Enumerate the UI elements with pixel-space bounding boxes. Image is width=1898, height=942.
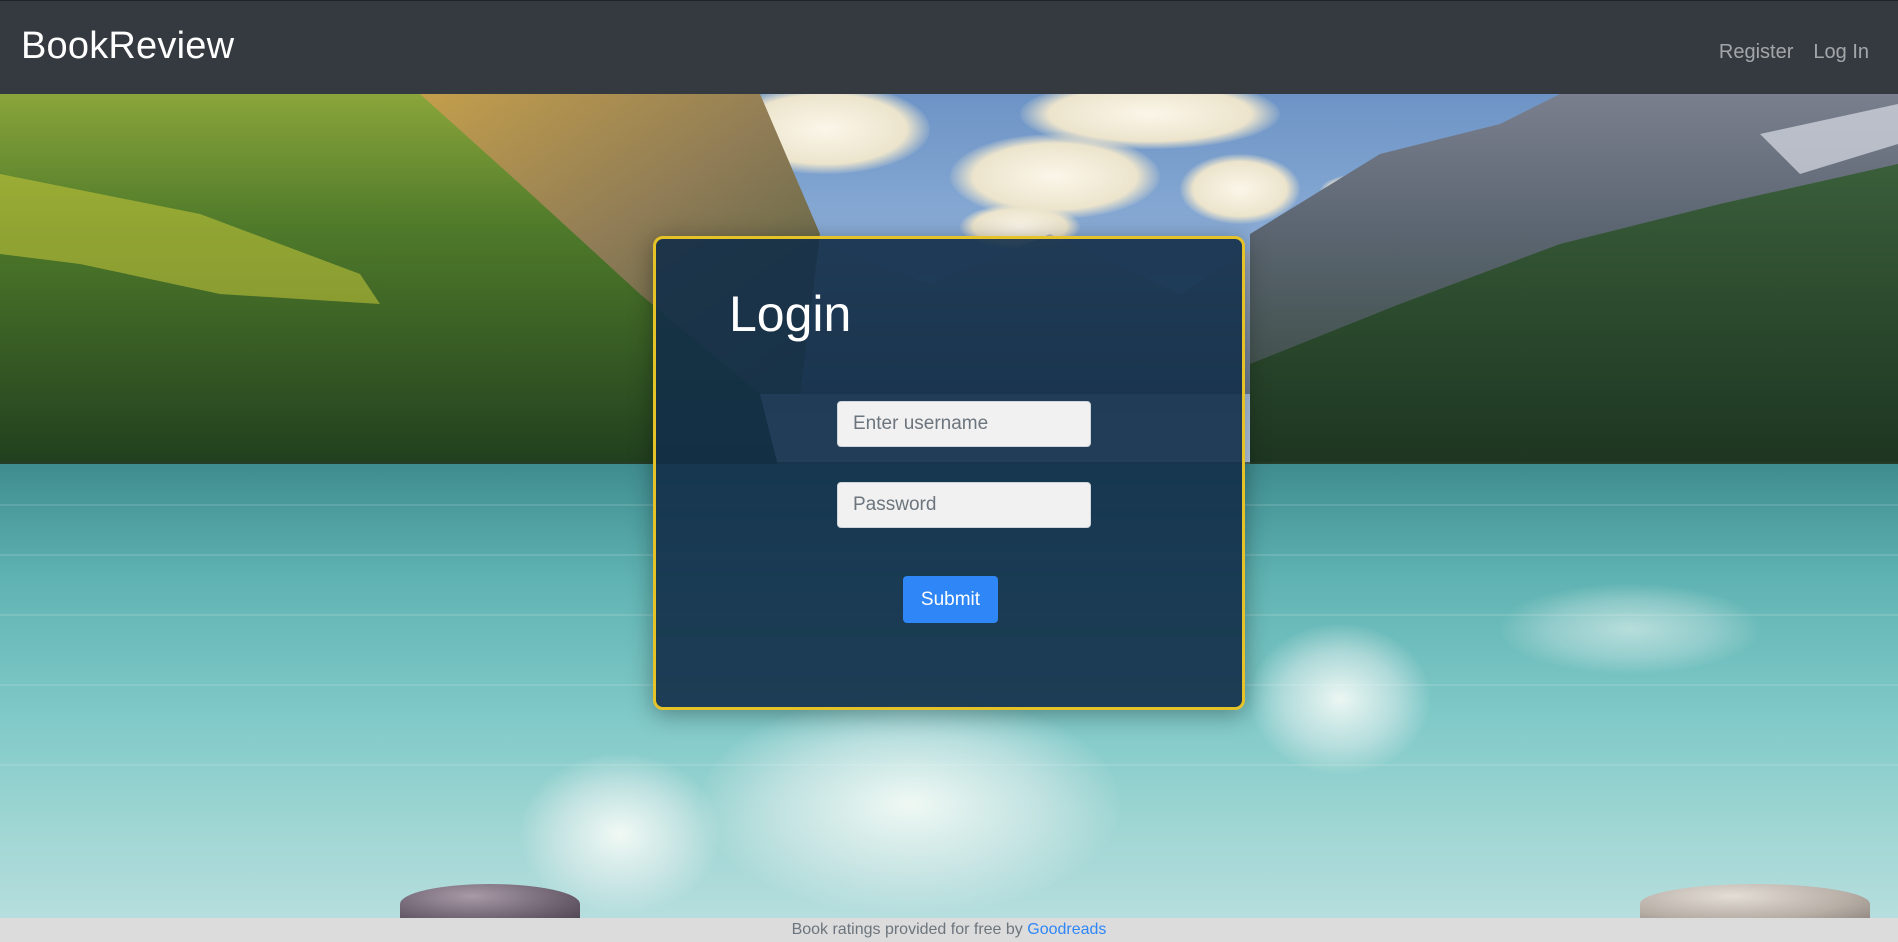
cloud-reflection — [1500, 584, 1760, 674]
password-input[interactable] — [837, 482, 1091, 528]
submit-button[interactable]: Submit — [903, 576, 998, 623]
nav-register-link[interactable]: Register — [1719, 41, 1793, 64]
navbar: BookReview Register Log In — [0, 0, 1898, 94]
brand-logo[interactable]: BookReview — [21, 25, 234, 68]
footer-text: Book ratings provided for free by — [791, 921, 1028, 938]
username-input[interactable] — [837, 401, 1091, 447]
login-title: Login — [729, 286, 852, 342]
login-card: Login Submit — [653, 236, 1245, 710]
nav-links: Register Log In — [1719, 41, 1869, 64]
shore-rock — [1640, 884, 1870, 918]
footer: Book ratings provided for free by Goodre… — [0, 918, 1898, 942]
shore-rock — [400, 884, 580, 918]
cloud-reflection — [1250, 624, 1430, 774]
goodreads-link[interactable]: Goodreads — [1027, 921, 1106, 938]
nav-login-link[interactable]: Log In — [1813, 41, 1869, 64]
cloud-reflection — [700, 694, 1120, 914]
page: BookReview Register Log In Login Enter u… — [0, 0, 1898, 942]
